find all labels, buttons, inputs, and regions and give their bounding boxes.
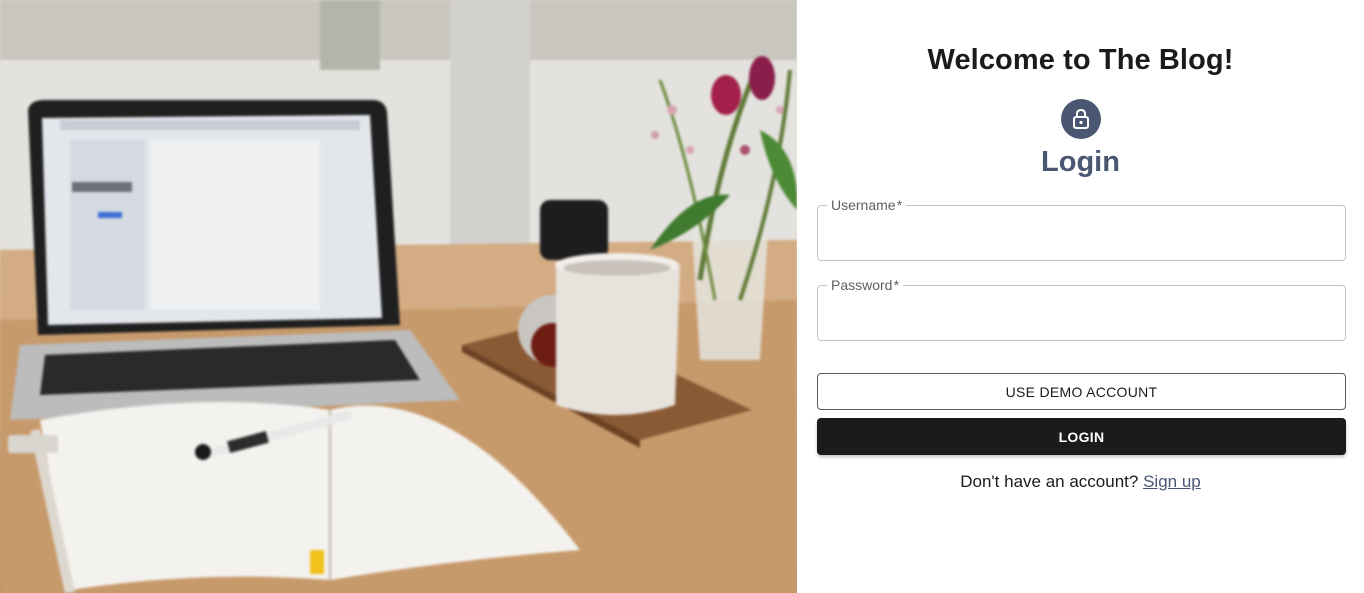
login-button[interactable]: LOGIN [817,418,1346,455]
password-field[interactable]: Password * [817,277,1346,341]
welcome-title: Welcome to The Blog! [927,44,1234,76]
signup-prompt: Don't have an account? [960,472,1139,491]
signup-link[interactable]: Sign up [1143,472,1201,491]
lock-avatar [1061,99,1101,139]
laptop-desk-photo [0,0,797,593]
username-field[interactable]: Username * [817,197,1346,261]
login-heading: Login [1041,146,1120,178]
lock-icon [1073,108,1089,129]
login-page: Welcome to The Blog! Login Username * Pa… [0,0,1364,593]
hero-image [0,0,797,593]
login-panel: Welcome to The Blog! Login Username * Pa… [797,0,1364,593]
password-input[interactable] [818,286,1345,340]
username-input[interactable] [818,206,1345,260]
use-demo-account-button[interactable]: USE DEMO ACCOUNT [817,373,1346,410]
signup-row: Don't have an account? Sign up [797,472,1364,492]
